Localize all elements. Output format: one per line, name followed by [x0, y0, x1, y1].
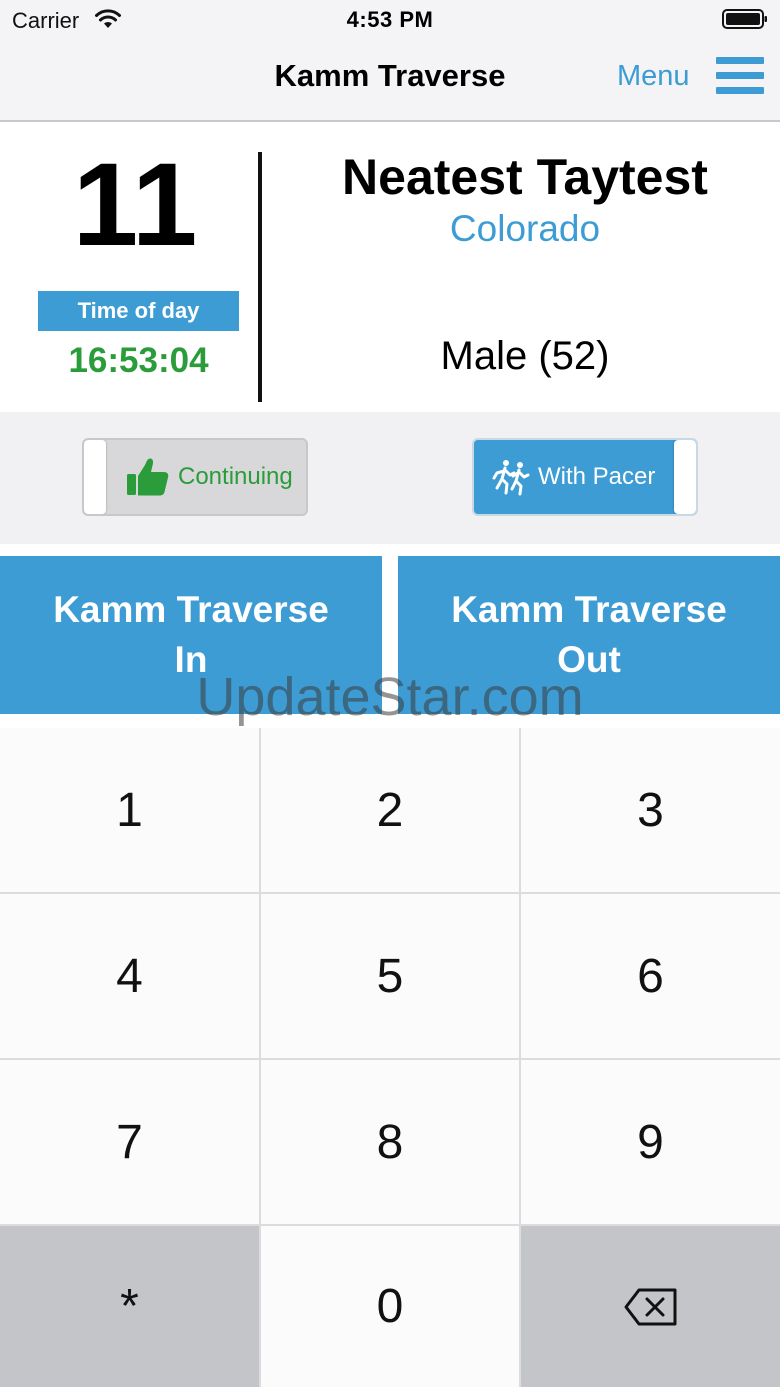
hamburger-icon[interactable]	[716, 57, 764, 95]
continuing-toggle[interactable]: Continuing	[82, 438, 308, 516]
backspace-key[interactable]	[521, 1226, 780, 1387]
bib-number: 11	[72, 139, 198, 271]
key-7[interactable]: 7	[0, 1060, 259, 1224]
runners-icon	[492, 460, 530, 496]
key-9[interactable]: 9	[521, 1060, 780, 1224]
runner-info-panel: 11 Time of day 16:53:04 Neatest Taytest …	[0, 124, 780, 412]
key-6[interactable]: 6	[521, 894, 780, 1058]
with-pacer-toggle[interactable]: With Pacer	[472, 438, 698, 516]
key-8[interactable]: 8	[261, 1060, 519, 1224]
key-1[interactable]: 1	[0, 728, 259, 892]
continuing-label: Continuing	[178, 463, 293, 490]
check-out-button[interactable]: Kamm Traverse Out	[398, 556, 780, 714]
key-star[interactable]: *	[0, 1226, 259, 1387]
menu-button[interactable]: Menu	[617, 60, 690, 93]
with-pacer-label: With Pacer	[538, 463, 656, 490]
time-of-day-value: 16:53:04	[68, 341, 209, 380]
key-2[interactable]: 2	[261, 728, 519, 892]
status-time: 4:53 PM	[346, 7, 434, 32]
runner-name: Neatest Taytest	[342, 149, 708, 205]
toggle-panel: Continuing With Pacer	[0, 412, 780, 544]
toggle-knob	[674, 440, 696, 514]
toggle-knob	[84, 440, 106, 514]
check-in-button[interactable]: Kamm Traverse In	[0, 556, 382, 714]
status-bar: Carrier 4:53 PM	[0, 0, 780, 40]
thumbs-up-icon	[127, 458, 169, 496]
key-5[interactable]: 5	[261, 894, 519, 1058]
key-4[interactable]: 4	[0, 894, 259, 1058]
battery-icon	[722, 9, 767, 29]
backspace-icon	[624, 1288, 676, 1325]
time-of-day-label: Time of day	[38, 291, 239, 331]
nav-bar: Kamm Traverse Menu	[0, 40, 780, 122]
runner-gender-age: Male (52)	[440, 334, 610, 378]
key-3[interactable]: 3	[521, 728, 780, 892]
number-keypad: 1 2 3 4 5 6 7 8 9 * 0	[0, 728, 780, 1387]
info-divider	[258, 152, 262, 402]
runner-state: Colorado	[449, 208, 601, 249]
key-0[interactable]: 0	[261, 1226, 519, 1387]
